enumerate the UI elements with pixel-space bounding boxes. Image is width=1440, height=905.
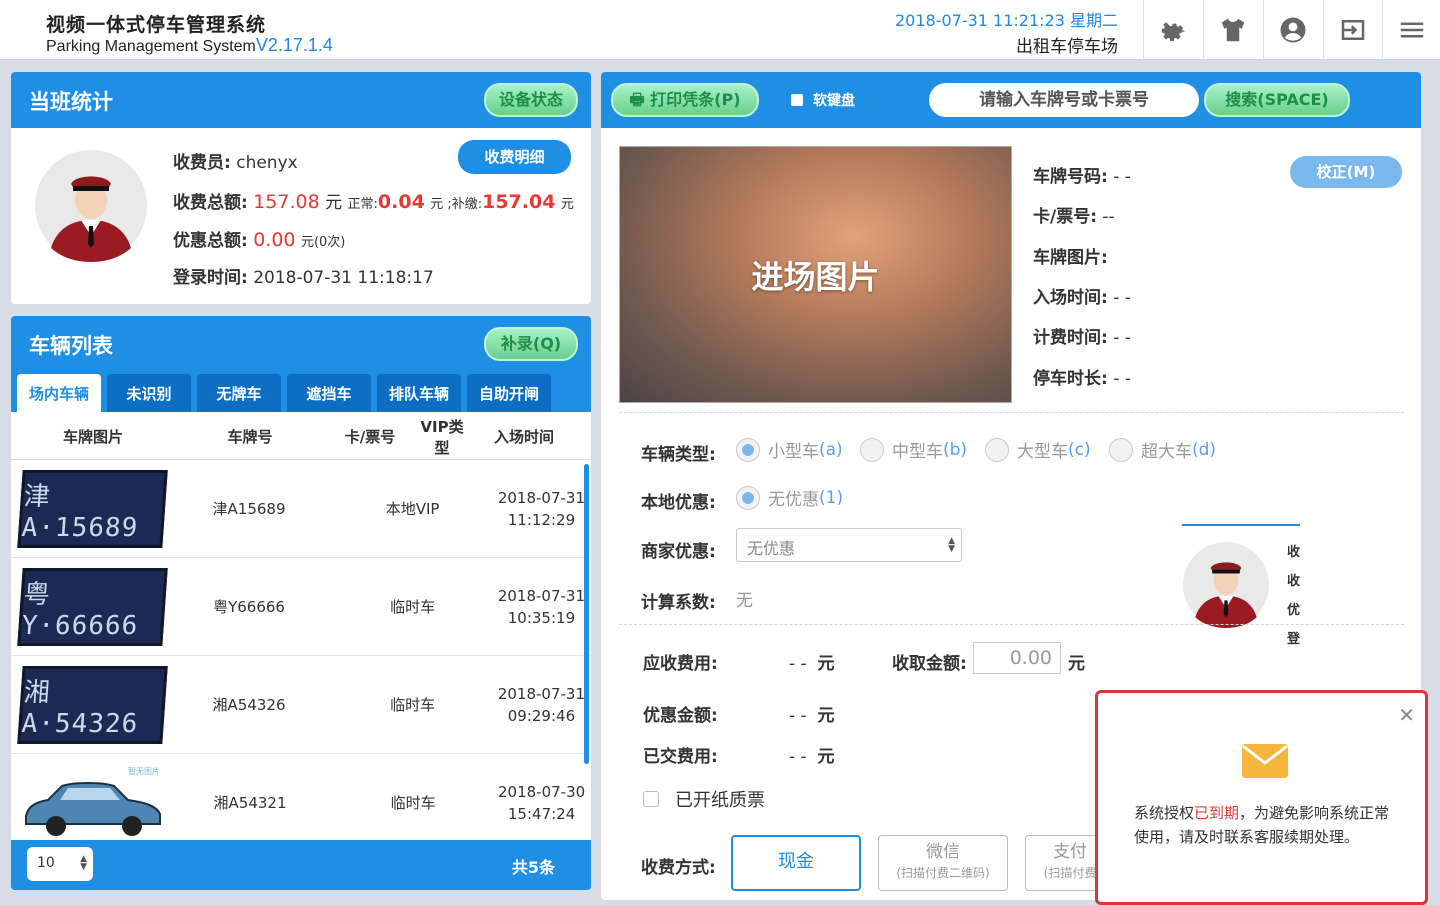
panel-title: 车辆列表	[29, 334, 113, 358]
entry-time: 2018-07-31 09:29:46	[497, 684, 586, 725]
plate-image: 湘A·54326	[17, 665, 168, 744]
envelope-icon	[1241, 743, 1289, 783]
parking-lot-name: 出租车停车场	[1016, 37, 1118, 57]
paid-amount: - - 元	[789, 747, 835, 767]
collector-avatar	[35, 150, 147, 266]
vehicle-rows: 津A·15689 津A15689 本地VIP 2018-07-31 11:12:2…	[11, 460, 591, 842]
table-row[interactable]: 津A·15689 津A15689 本地VIP 2018-07-31 11:12:2…	[11, 460, 591, 558]
discount-total-row: 优惠总额: 0.00 元(0次)	[173, 229, 346, 251]
side-labels: 收收优登	[1287, 545, 1301, 647]
gear-icon	[1161, 22, 1185, 41]
logout-icon	[1341, 20, 1364, 40]
fee-detail-button[interactable]: 收费明细	[458, 140, 571, 174]
total-fee-row: 收费总额: 157.08 元 正常:0.04 元 ;补缴:157.04 元	[173, 191, 574, 213]
license-expired-popup: ✕ 系统授权已到期，为避免影响系统正常使用，请及时联系客服续期处理。	[1095, 690, 1428, 905]
vehicle-type-medium[interactable]: 中型车 (b)	[860, 437, 967, 462]
car-placeholder-image: 暂无图片	[20, 764, 166, 842]
printer-icon: 🖶	[629, 90, 645, 109]
entry-time: 2018-07-31 11:12:29	[497, 488, 586, 529]
entry-time: 2018-07-31 10:35:19	[497, 586, 586, 627]
app-version: V2.17.1.4	[255, 35, 333, 55]
table-row[interactable]: 暂无图片 湘A54321 临时车 2018-07-30 15:47:24	[11, 754, 591, 842]
vip-type: 临时车	[390, 598, 436, 616]
tab-blocked[interactable]: 遮挡车	[287, 374, 371, 412]
vip-type: 临时车	[390, 696, 436, 714]
device-status-button[interactable]: 设备状态	[484, 83, 578, 117]
vehicle-type-xlarge[interactable]: 超大车 (d)	[1109, 437, 1216, 462]
soft-keyboard-toggle[interactable]: 软键盘	[791, 90, 855, 110]
vip-type: 临时车	[390, 794, 436, 812]
tab-self-gate[interactable]: 自助开闸	[467, 374, 551, 412]
tab-queue[interactable]: 排队车辆	[377, 374, 461, 412]
duration-value: - -	[1113, 369, 1131, 389]
menu-button[interactable]	[1382, 0, 1440, 60]
operator-avatar	[1183, 542, 1269, 632]
collect-amount-input[interactable]: 0.00	[973, 642, 1061, 674]
discount-amount: - - 元	[789, 706, 835, 726]
plate-number: 湘A54321	[213, 794, 287, 812]
search-button[interactable]: 搜索(SPACE)	[1204, 83, 1350, 117]
user-icon	[1280, 17, 1305, 43]
billing-time-value: - -	[1113, 328, 1131, 348]
plate-search-input[interactable]: 请输入车牌号或卡票号	[929, 83, 1199, 117]
current-datetime: 2018-07-31 11:21:23 星期二	[894, 11, 1118, 30]
table-row[interactable]: 湘A·54326 湘A54326 临时车 2018-07-31 09:29:46	[11, 656, 591, 754]
logout-button[interactable]	[1323, 0, 1381, 60]
card-number-value: --	[1102, 207, 1115, 227]
vehicle-list-panel: 车辆列表 补录(Q) 场内车辆 未识别 无牌车 遮挡车 排队车辆 自助开闸 车牌…	[11, 316, 591, 890]
table-row[interactable]: 粤Y·66666 粤Y66666 临时车 2018-07-31 10:35:19	[11, 558, 591, 656]
plate-image: 粤Y·66666	[17, 567, 168, 646]
shift-stats-panel: 当班统计 设备状态 收费员: chenyx 收费明细 收费总额: 157.08 …	[11, 72, 591, 304]
vip-type: 本地VIP	[385, 500, 440, 518]
divider	[619, 624, 1404, 625]
vehicle-type-large[interactable]: 大型车 (c)	[985, 437, 1091, 462]
list-scrollbar[interactable]	[584, 464, 589, 764]
tab-unrecognized[interactable]: 未识别	[107, 374, 191, 412]
app-title: 视频一体式停车管理系统	[46, 14, 267, 36]
due-amount: - - 元	[789, 654, 835, 674]
settings-button[interactable]	[1143, 0, 1201, 60]
plate-number: 湘A54326	[212, 696, 286, 714]
correct-button[interactable]: 校正(M)	[1290, 156, 1402, 188]
print-receipt-button[interactable]: 🖶 打印凭条(P)	[611, 83, 759, 117]
merchant-discount-select[interactable]: 无优惠 ▲ ▼	[736, 528, 962, 562]
tab-in-lot[interactable]: 场内车辆	[17, 374, 101, 412]
vehicle-type-small[interactable]: 小型车 (a)	[736, 437, 843, 462]
popup-message: 系统授权已到期，为避免影响系统正常使用，请及时联系客服续期处理。	[1134, 804, 1390, 846]
close-icon[interactable]: ✕	[1398, 703, 1415, 727]
theme-button[interactable]	[1203, 0, 1261, 60]
table-header: 车牌图片 车牌号 卡/票号 VIP类型 入场时间	[11, 414, 591, 460]
entry-time-value: - -	[1113, 288, 1131, 308]
top-bar: 视频一体式停车管理系统 Parking Management SystemV2.…	[0, 0, 1440, 60]
manual-add-button[interactable]: 补录(Q)	[484, 327, 578, 361]
login-time-row: 登录时间: 2018-07-31 11:18:17	[173, 268, 434, 288]
collector-name: chenyx	[236, 153, 298, 173]
checkbox[interactable]	[791, 94, 803, 106]
entry-time: 2018-07-30 15:47:24	[497, 782, 586, 823]
user-button[interactable]	[1263, 0, 1321, 60]
plate-number: 津A15689	[212, 500, 286, 518]
plate-image: 津A·15689	[17, 469, 168, 548]
plate-number: 粤Y66666	[213, 598, 285, 616]
menu-icon	[1400, 22, 1423, 38]
plate-number-value: - -	[1113, 167, 1131, 187]
pay-wechat-button[interactable]: 微信 (扫描付费二维码)	[878, 835, 1008, 891]
page-size-select[interactable]: 10 ▲ ▼	[27, 847, 93, 881]
pay-cash-button[interactable]: 现金	[731, 835, 861, 891]
paper-invoice-checkbox[interactable]: 已开纸质票	[643, 786, 765, 812]
tab-no-plate[interactable]: 无牌车	[197, 374, 281, 412]
coefficient-value: 无	[736, 591, 753, 611]
shirt-icon	[1221, 18, 1244, 42]
panel-title: 当班统计	[29, 90, 113, 114]
entry-image: 进场图片	[619, 146, 1012, 403]
vehicle-tabs: 场内车辆 未识别 无牌车 遮挡车 排队车辆 自助开闸	[17, 374, 589, 414]
local-discount-none[interactable]: 无优惠 (1)	[736, 485, 843, 510]
total-count: 共5条	[511, 858, 555, 877]
app-subtitle: Parking Management SystemV2.17.1.4	[46, 35, 333, 55]
list-footer: 10 ▲ ▼ 共5条	[11, 840, 591, 890]
divider	[619, 412, 1404, 413]
